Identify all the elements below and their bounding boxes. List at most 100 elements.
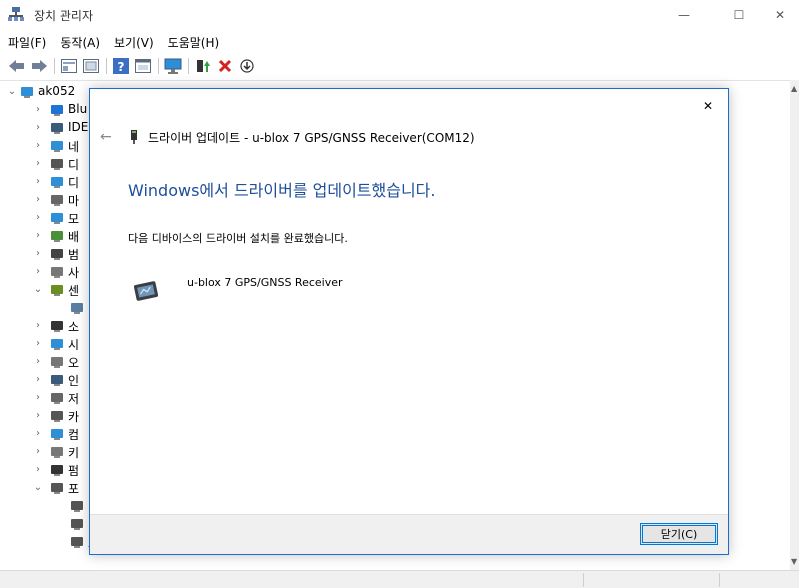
help-icon[interactable]: ? [112, 57, 130, 75]
expand-chevron-icon[interactable]: › [32, 320, 44, 332]
status-bar [0, 570, 799, 588]
uninstall-icon[interactable] [216, 57, 234, 75]
disk-icon [50, 157, 64, 171]
expand-chevron-icon[interactable]: › [32, 194, 44, 206]
expand-chevron-icon[interactable]: › [32, 446, 44, 458]
mouse-icon [50, 193, 64, 207]
ide-icon [50, 121, 64, 135]
tree-item-label: 배 [68, 230, 80, 244]
toolbar-separator [106, 58, 107, 74]
show-hidden-icon[interactable] [82, 57, 100, 75]
menu-bar: 파일(F) 동작(A) 보기(V) 도움말(H) [0, 31, 799, 53]
tree-item-label: 카 [68, 410, 80, 424]
expand-chevron-icon[interactable]: › [32, 266, 44, 278]
expand-chevron-icon[interactable]: › [32, 428, 44, 440]
expand-chevron-icon[interactable]: › [32, 248, 44, 260]
tree-item-label: ak052 [38, 84, 76, 98]
menu-action[interactable]: 동작(A) [60, 34, 100, 51]
scroll-up-icon[interactable]: ▲ [791, 84, 797, 93]
window-title: 장치 관리자 [34, 9, 94, 23]
back-arrow-icon[interactable]: ← [100, 129, 116, 145]
dialog-heading: Windows에서 드라이버를 업데이트했습니다. [128, 181, 436, 200]
menu-file[interactable]: 파일(F) [8, 34, 46, 51]
expand-chevron-icon[interactable]: › [32, 158, 44, 170]
minimize-button[interactable]: — [661, 0, 707, 30]
svg-text:?: ? [118, 60, 125, 74]
expand-chevron-icon[interactable]: › [32, 392, 44, 404]
dialog-close-button[interactable]: ✕ [696, 95, 720, 117]
tree-item-label: 네 [68, 140, 80, 154]
expand-chevron-icon[interactable]: › [32, 464, 44, 476]
tree-item-label: 포 [68, 482, 80, 496]
tree-item-label: 범 [68, 248, 80, 262]
properties-icon[interactable] [60, 57, 78, 75]
expand-chevron-icon[interactable]: › [32, 410, 44, 422]
expand-chevron-icon[interactable]: › [32, 104, 44, 116]
sensor-icon [50, 283, 64, 297]
port-device-icon [130, 130, 138, 144]
toolbar-separator [158, 58, 159, 74]
keyboard-icon [50, 445, 64, 459]
expand-chevron-icon[interactable]: › [32, 374, 44, 386]
expand-chevron-icon[interactable]: › [32, 230, 44, 242]
tree-item-label: 오 [68, 356, 80, 370]
close-button[interactable]: 닫기(C) [640, 523, 718, 545]
collapse-chevron-icon[interactable]: ⌄ [32, 482, 44, 494]
status-separator [719, 573, 720, 587]
tree-item-label: 저 [68, 392, 80, 406]
menu-view[interactable]: 보기(V) [114, 34, 154, 51]
tree-item-label: 키 [68, 446, 80, 460]
tree-item-label: 인 [68, 374, 80, 388]
printer-icon [50, 373, 64, 387]
tree-item-label: 모 [68, 212, 80, 226]
firmware-icon [50, 463, 64, 477]
scroll-down-icon[interactable]: ▼ [791, 557, 797, 566]
tree-item-label: Blu [68, 102, 88, 116]
camera-icon [50, 409, 64, 423]
collapse-chevron-icon[interactable]: ⌄ [32, 284, 44, 296]
monitor-icon [50, 211, 64, 225]
expand-chevron-icon[interactable]: › [32, 140, 44, 152]
computer-icon [20, 85, 34, 99]
maximize-button[interactable]: ☐ [716, 0, 762, 30]
view-icon[interactable] [134, 57, 152, 75]
computer-icon[interactable] [164, 57, 182, 75]
port-icon [50, 481, 64, 495]
expand-chevron-icon[interactable]: › [32, 338, 44, 350]
gps-device-icon [132, 279, 160, 303]
tree-item-label: IDE [68, 120, 89, 134]
menu-help[interactable]: 도움말(H) [168, 34, 220, 51]
battery-icon [50, 229, 64, 243]
dialog-message: 다음 디바이스의 드라이버 설치를 완료했습니다. [128, 232, 348, 245]
tree-item-label: 소 [68, 320, 80, 334]
expand-chevron-icon[interactable]: › [32, 356, 44, 368]
expand-chevron-icon[interactable]: › [32, 212, 44, 224]
audio-icon [50, 265, 64, 279]
back-icon[interactable] [8, 57, 26, 75]
dialog-header: 드라이버 업데이트 - u-blox 7 GPS/GNSS Receiver(C… [148, 131, 475, 145]
title-bar: 장치 관리자 — ☐ ✕ [0, 0, 799, 30]
status-separator [583, 573, 584, 587]
port-device-icon [70, 535, 84, 549]
display-icon [50, 175, 64, 189]
close-window-button[interactable]: ✕ [757, 0, 799, 30]
forward-icon[interactable] [30, 57, 48, 75]
tree-item-label: 디 [68, 158, 80, 172]
computer-icon [50, 427, 64, 441]
device-name: u-blox 7 GPS/GNSS Receiver [187, 276, 343, 289]
software-icon [50, 319, 64, 333]
scan-icon[interactable] [238, 57, 256, 75]
vertical-scrollbar[interactable]: ▲ ▼ [790, 80, 799, 570]
tree-item-label: 컴 [68, 428, 80, 442]
port-device-icon [70, 517, 84, 531]
bluetooth-icon [50, 103, 64, 117]
port-device-icon [70, 499, 84, 513]
usb-icon [50, 247, 64, 261]
collapse-chevron-icon[interactable]: ⌄ [6, 86, 18, 98]
storage-icon [50, 391, 64, 405]
update-driver-icon[interactable] [194, 57, 212, 75]
expand-chevron-icon[interactable]: › [32, 176, 44, 188]
update-driver-dialog: ✕ ← 드라이버 업데이트 - u-blox 7 GPS/GNSS Receiv… [89, 88, 729, 555]
toolbar-separator [188, 58, 189, 74]
expand-chevron-icon[interactable]: › [32, 122, 44, 134]
